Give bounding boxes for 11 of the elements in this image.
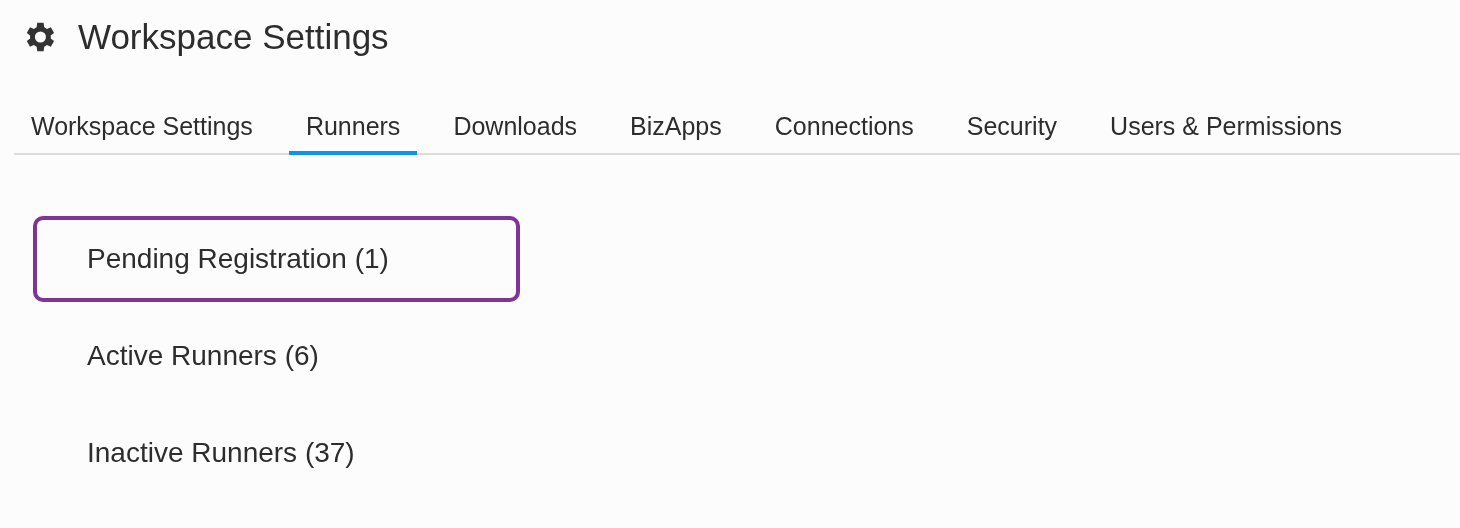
runner-group-item[interactable]: Active Runners (6) xyxy=(33,312,520,399)
tab[interactable]: Connections xyxy=(757,110,931,155)
tab[interactable]: Runners xyxy=(288,110,418,155)
tab[interactable]: Security xyxy=(949,110,1075,155)
runner-group-item[interactable]: Inactive Runners (37) xyxy=(33,409,520,496)
tab[interactable]: Workspace Settings xyxy=(14,110,270,155)
tab[interactable]: Downloads xyxy=(436,110,595,155)
page-title: Workspace Settings xyxy=(78,16,389,58)
tab[interactable]: Users & Permissions xyxy=(1093,110,1360,155)
tab[interactable]: BizApps xyxy=(613,110,739,155)
runner-group-item[interactable]: Pending Registration (1) xyxy=(33,215,520,302)
